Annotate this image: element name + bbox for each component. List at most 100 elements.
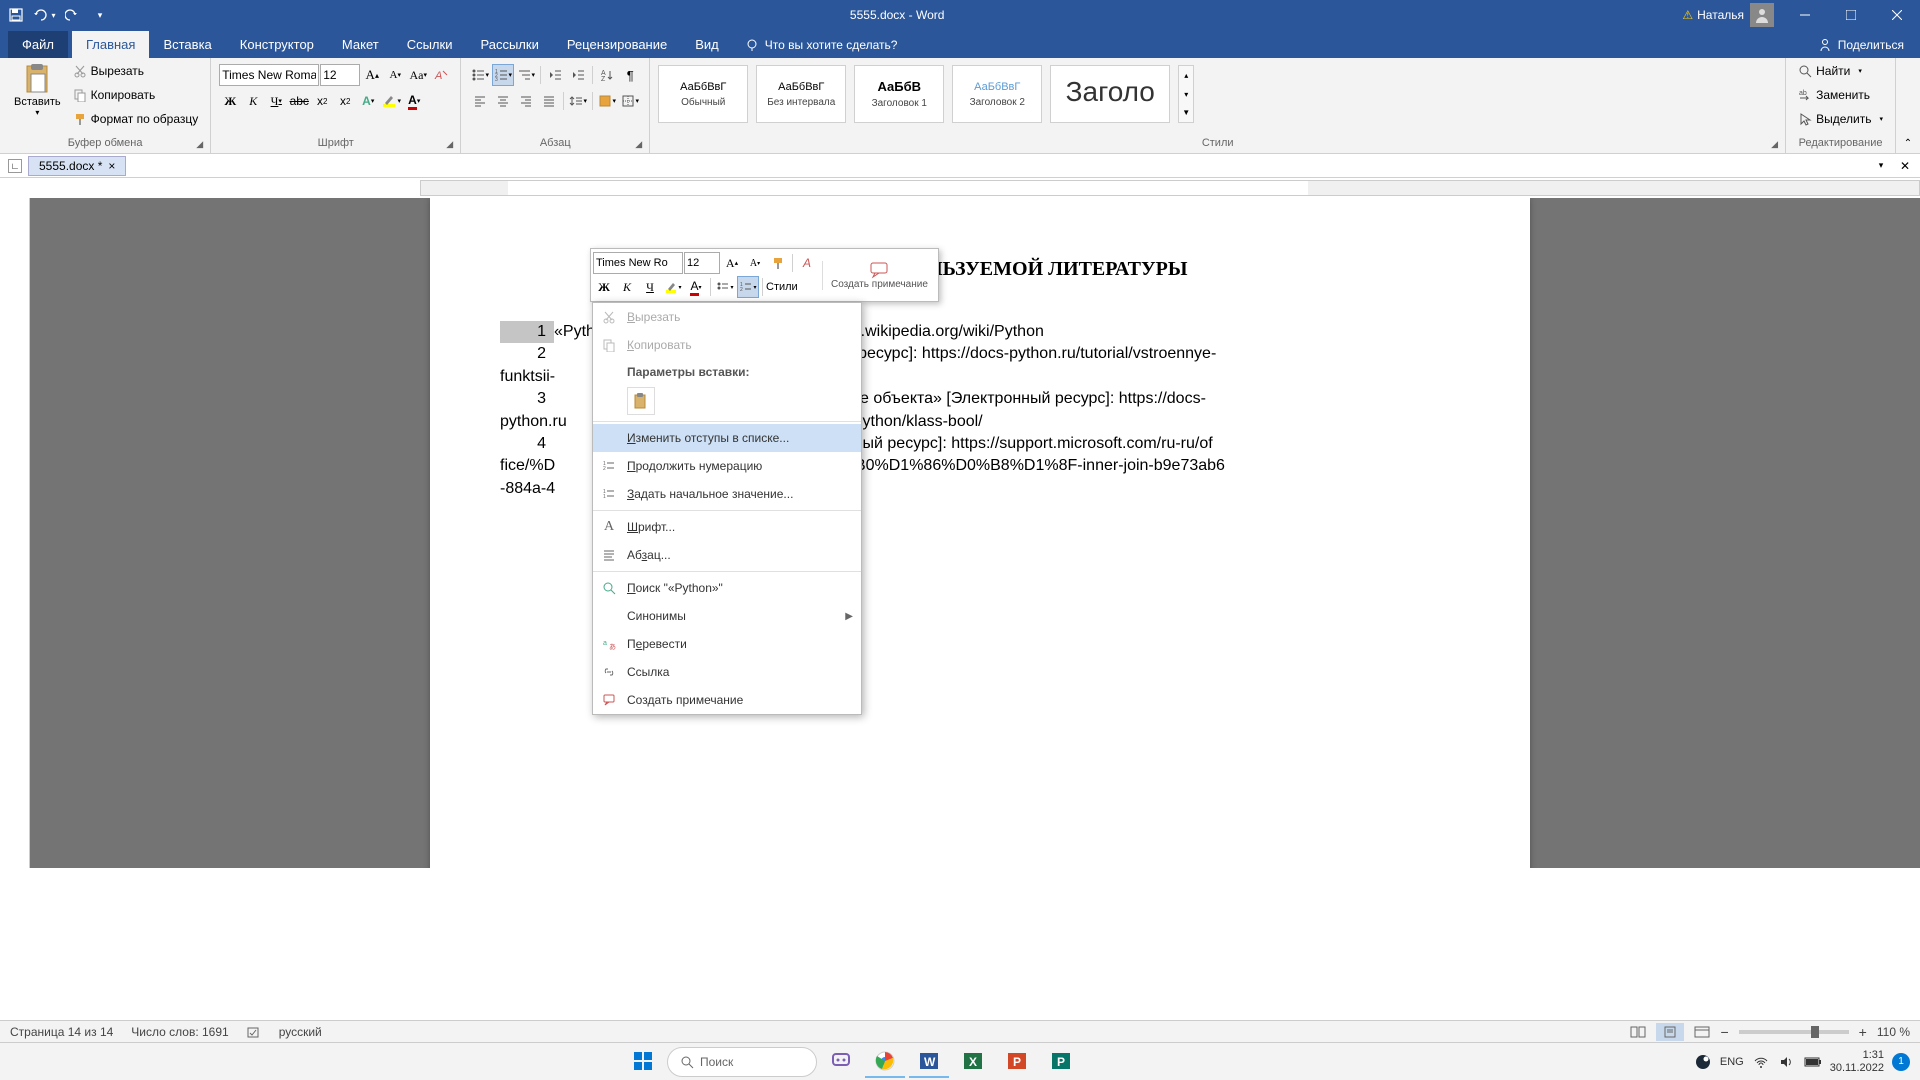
redo-button[interactable] (60, 3, 84, 27)
format-painter-button[interactable]: Формат по образцу (69, 108, 203, 130)
paste-button[interactable]: Вставить ▾ (8, 60, 67, 119)
style-normal[interactable]: АаБбВвГОбычный (658, 65, 748, 123)
superscript-button[interactable]: x2 (334, 90, 356, 112)
align-center-button[interactable] (492, 90, 514, 112)
mini-numbering[interactable]: 12▾ (737, 276, 759, 298)
style-gallery-scroll[interactable]: ▴▾▼ (1178, 65, 1194, 123)
status-language[interactable]: русский (279, 1025, 322, 1039)
font-launcher[interactable]: ◢ (446, 139, 458, 151)
taskbar-publisher[interactable]: P (1041, 1046, 1081, 1078)
customize-qat[interactable]: ▾ (88, 3, 112, 27)
mini-bullets[interactable]: ▾ (714, 276, 736, 298)
numbering-button[interactable]: 123▾ (492, 64, 514, 86)
cm-paragraph[interactable]: Абзац... (593, 541, 861, 569)
tab-file[interactable]: Файл (8, 31, 68, 58)
replace-button[interactable]: abЗаменить (1794, 84, 1887, 106)
highlight-button[interactable]: ▾ (380, 90, 402, 112)
style-title[interactable]: Заголо (1050, 65, 1170, 123)
tell-me[interactable]: Что вы хотите сделать? (733, 32, 910, 58)
align-right-button[interactable] (515, 90, 537, 112)
style-heading1[interactable]: АаБбВЗаголовок 1 (854, 65, 944, 123)
tray-volume-icon[interactable] (1778, 1053, 1796, 1071)
cm-paste-keep-source[interactable] (627, 387, 655, 415)
status-page[interactable]: Страница 14 из 14 (10, 1025, 113, 1039)
tab-design[interactable]: Конструктор (226, 31, 328, 58)
tray-date[interactable]: 30.11.2022 (1830, 1062, 1884, 1074)
window-dropdown[interactable]: ▾ (1870, 155, 1892, 177)
tray-battery-icon[interactable] (1804, 1053, 1822, 1071)
document-scroll[interactable]: СПИСОК ИСПОЛЬЗУЕМОЙ ЛИТЕРАТУРЫ 1«Python»… (30, 198, 1920, 868)
tray-time[interactable]: 1:31 (1830, 1049, 1884, 1061)
taskbar-powerpoint[interactable]: P (997, 1046, 1037, 1078)
select-button[interactable]: Выделить▾ (1794, 108, 1887, 130)
minimize-button[interactable] (1782, 0, 1828, 30)
zoom-out[interactable]: − (1720, 1024, 1728, 1040)
style-no-spacing[interactable]: АаБбВвГБез интервала (756, 65, 846, 123)
style-heading2[interactable]: АаБбВвГЗаголовок 2 (952, 65, 1042, 123)
cm-font[interactable]: A Шрифт... (593, 513, 861, 541)
cm-translate[interactable]: aあ Перевести (593, 630, 861, 658)
tray-wifi-icon[interactable] (1752, 1053, 1770, 1071)
close-doc-tab[interactable]: × (108, 159, 115, 173)
font-name-select[interactable] (219, 64, 319, 86)
increase-indent-button[interactable] (567, 64, 589, 86)
close-button[interactable] (1874, 0, 1920, 30)
cm-adjust-list-indents[interactable]: Изменить отступы в списке... (593, 424, 861, 452)
cm-link[interactable]: Ссылка (593, 658, 861, 686)
horizontal-ruler[interactable] (0, 178, 1920, 198)
align-left-button[interactable] (469, 90, 491, 112)
taskbar-excel[interactable]: X (953, 1046, 993, 1078)
copy-button[interactable]: Копировать (69, 84, 203, 106)
mini-styles[interactable]: Стили (766, 276, 798, 298)
font-size-select[interactable] (320, 64, 360, 86)
mini-font-name[interactable] (593, 252, 683, 274)
justify-button[interactable] (538, 90, 560, 112)
text-effects-button[interactable]: A▾ (357, 90, 379, 112)
tab-selector[interactable]: ∟ (8, 159, 22, 173)
cm-smart-lookup[interactable]: Поиск "«Python»" (593, 574, 861, 602)
cut-button[interactable]: Вырезать (69, 60, 203, 82)
paragraph-launcher[interactable]: ◢ (635, 139, 647, 151)
view-print-layout[interactable] (1656, 1023, 1684, 1041)
styles-launcher[interactable]: ◢ (1771, 139, 1783, 151)
taskbar-word[interactable]: W (909, 1046, 949, 1078)
tab-home[interactable]: Главная (72, 31, 149, 58)
show-marks-button[interactable]: ¶ (619, 64, 641, 86)
taskbar-search[interactable]: Поиск (667, 1047, 817, 1077)
tab-review[interactable]: Рецензирование (553, 31, 681, 58)
decrease-indent-button[interactable] (544, 64, 566, 86)
change-case-button[interactable]: Aa▾ (407, 64, 429, 86)
mini-highlight[interactable]: ▾ (662, 276, 684, 298)
collapse-ribbon-button[interactable]: ⌃ (1904, 138, 1912, 149)
undo-button[interactable]: ▾ (32, 3, 56, 27)
close-window-x[interactable]: ✕ (1894, 155, 1916, 177)
tray-notifications[interactable]: 1 (1892, 1053, 1910, 1071)
zoom-in[interactable]: + (1859, 1024, 1867, 1040)
mini-underline[interactable]: Ч (639, 276, 661, 298)
mini-format-painter[interactable] (767, 252, 789, 274)
borders-button[interactable]: ▾ (619, 90, 641, 112)
mini-clear-format[interactable]: A (796, 252, 818, 274)
mini-grow-font[interactable]: A▴ (721, 252, 743, 274)
italic-button[interactable]: К (242, 90, 264, 112)
cm-set-numbering-value[interactable]: 11 Задать начальное значение... (593, 480, 861, 508)
clipboard-launcher[interactable]: ◢ (196, 139, 208, 151)
tray-language[interactable]: ENG (1720, 1056, 1744, 1068)
tab-view[interactable]: Вид (681, 31, 733, 58)
status-proofing[interactable] (247, 1025, 261, 1039)
mini-bold[interactable]: Ж (593, 276, 615, 298)
view-web-layout[interactable] (1688, 1023, 1716, 1041)
cm-synonyms[interactable]: Синонимы ▶ (593, 602, 861, 630)
share-button[interactable]: Поделиться (1802, 32, 1920, 58)
vertical-ruler[interactable] (0, 198, 30, 868)
tab-mailings[interactable]: Рассылки (466, 31, 552, 58)
status-words[interactable]: Число слов: 1691 (131, 1025, 228, 1039)
underline-button[interactable]: Ч▾ (265, 90, 287, 112)
tab-insert[interactable]: Вставка (149, 31, 225, 58)
taskbar-chat[interactable] (821, 1046, 861, 1078)
grow-font-button[interactable]: A▴ (361, 64, 383, 86)
subscript-button[interactable]: x2 (311, 90, 333, 112)
sort-button[interactable]: AZ (596, 64, 618, 86)
zoom-level[interactable]: 110 % (1877, 1025, 1910, 1039)
mini-new-comment[interactable]: Создать примечание (822, 261, 936, 290)
